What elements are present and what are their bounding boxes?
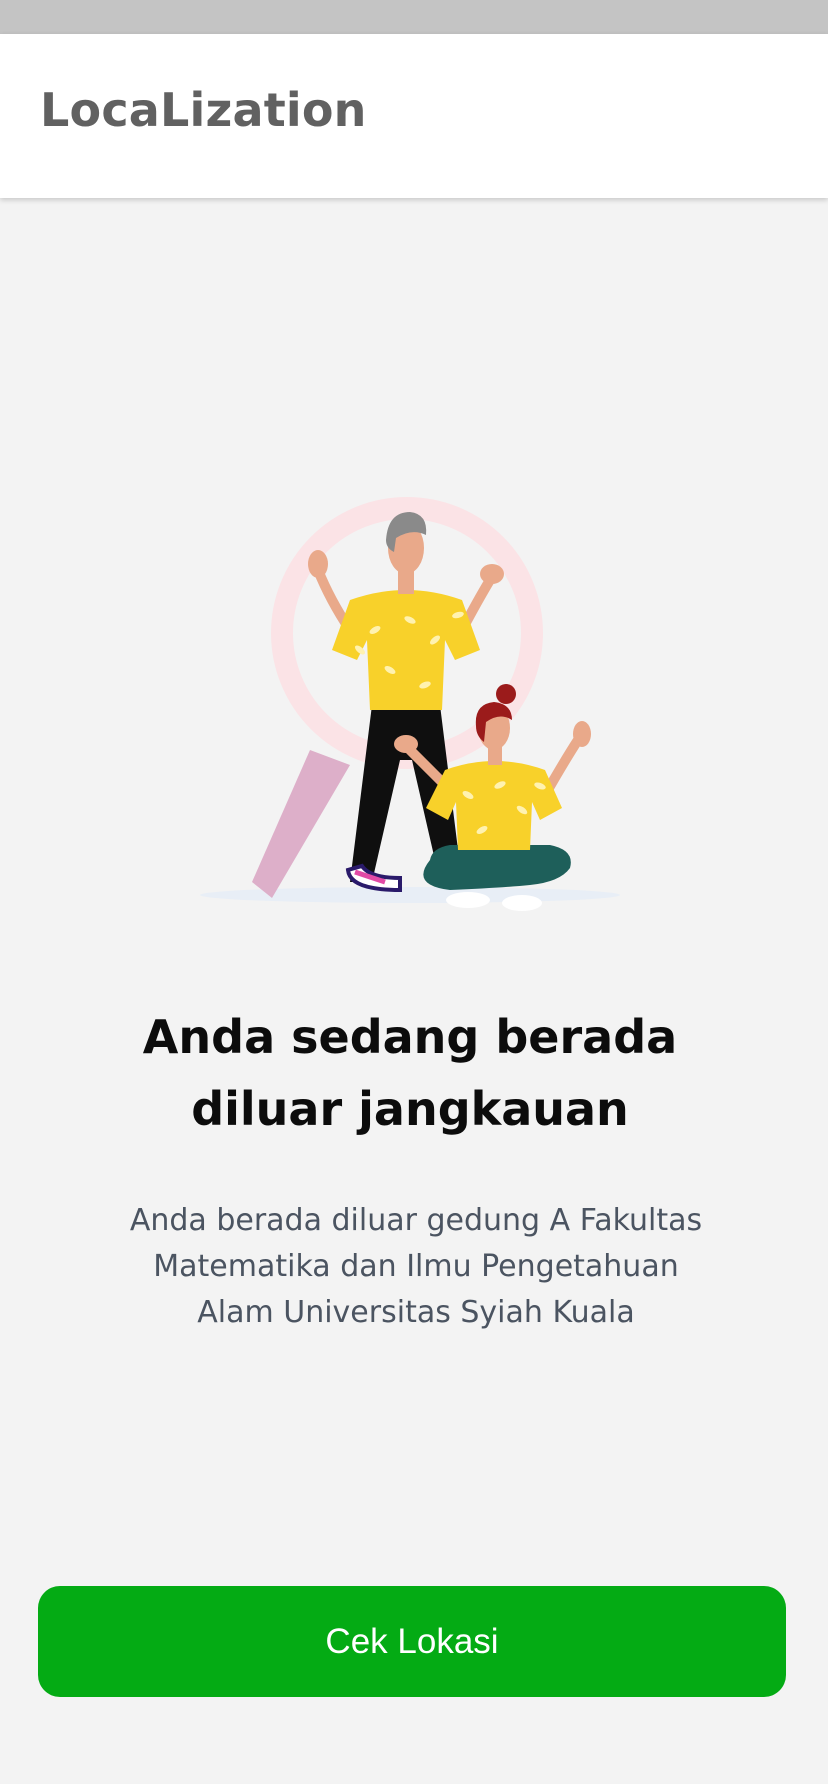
description-line-2: Matematika dan Ilmu Pengetahuan <box>153 1249 679 1284</box>
illustration-svg <box>200 497 620 911</box>
out-of-range-illustration <box>200 490 640 930</box>
description-line-1: Anda berada diluar gedung A Fakultas <box>129 1203 703 1238</box>
description-line-3: Alam Universitas Syiah Kuala <box>197 1295 635 1330</box>
app-bar: LocaLization <box>0 34 828 198</box>
magnifier-handle <box>252 750 350 898</box>
status-bar <box>0 0 828 34</box>
headline-line-2: diluar jangkauan <box>191 1081 629 1136</box>
out-of-range-headline: Anda sedang berada diluar jangkauan <box>60 1001 760 1145</box>
headline-line-1: Anda sedang berada <box>142 1009 678 1064</box>
app-title: LocaLization <box>40 83 367 137</box>
out-of-range-description: Anda berada diluar gedung A Fakultas Mat… <box>80 1198 752 1336</box>
check-location-button[interactable]: Cek Lokasi <box>38 1586 786 1697</box>
content-area <box>0 198 828 1784</box>
